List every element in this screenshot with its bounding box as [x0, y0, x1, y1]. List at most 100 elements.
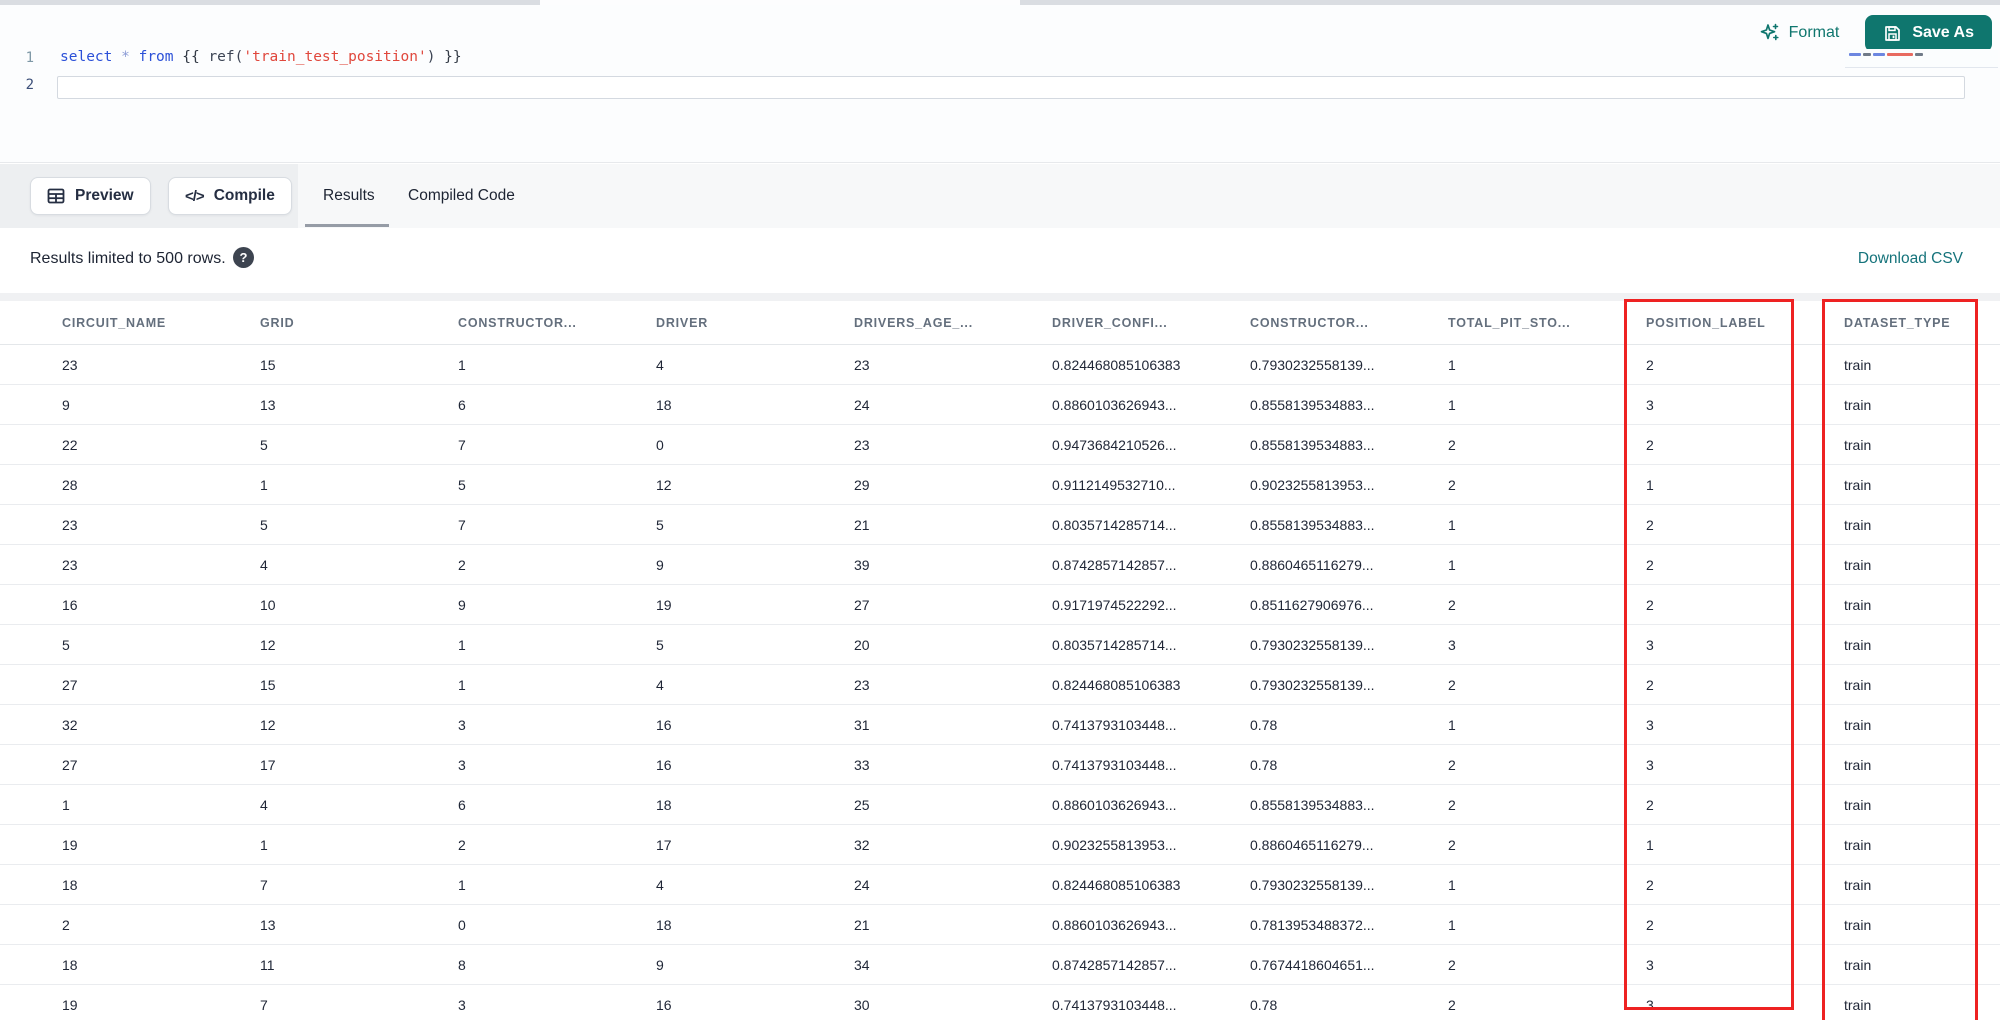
- table-cell: 0.7930232558139...: [1250, 636, 1375, 653]
- table-cell: 0.9112149532710...: [1052, 476, 1176, 493]
- table-cell: 23: [854, 356, 870, 373]
- editor-minimap[interactable]: [1845, 49, 1998, 68]
- table-cell: 3: [1646, 716, 1654, 733]
- table-cell: 4: [656, 356, 664, 373]
- table-cell: 16: [656, 996, 672, 1013]
- table-cell: 2: [1646, 556, 1654, 573]
- table-cell: 1: [1448, 916, 1456, 933]
- table-row: 27 15 1 4 23 0.824468085106383 0.7930232558139…: [0, 665, 2000, 705]
- table-cell: 27: [62, 756, 78, 773]
- table-cell: 0.9473684210526...: [1052, 436, 1177, 453]
- table-cell: 19: [62, 996, 78, 1013]
- table-cell: 19: [656, 596, 672, 613]
- table-cell: 0.9171974522292...: [1052, 596, 1177, 613]
- table-cell: 0.8511627906976...: [1250, 596, 1374, 613]
- table-cell: 16: [656, 716, 672, 733]
- tab-compiled-code[interactable]: Compiled Code: [408, 164, 515, 228]
- table-cell: train: [1844, 716, 1872, 733]
- table-cell: 3: [458, 996, 466, 1013]
- column-header: GRID: [260, 315, 295, 330]
- table-cell: 22: [62, 436, 78, 453]
- table-cell: 23: [62, 556, 78, 573]
- table-row: 23 15 1 4 23 0.824468085106383 0.7930232558139…: [0, 345, 2000, 385]
- table-cell: 0.824468085106383: [1052, 356, 1181, 373]
- table-cell: 0.78: [1250, 996, 1278, 1013]
- column-header: DRIVER_CONFI...: [1052, 315, 1168, 330]
- table-cell: 12: [656, 476, 672, 493]
- results-table: CIRCUIT_NAME GRID CONSTRUCTOR... DRIVER DRIV…: [0, 301, 2000, 1020]
- table-cell: train: [1844, 836, 1872, 853]
- table-cell: train: [1844, 756, 1872, 773]
- table-cell: 2: [1646, 876, 1654, 893]
- table-cell: 2: [1448, 596, 1456, 613]
- table-cell: 3: [1646, 996, 1654, 1013]
- table-cell: 16: [62, 596, 78, 613]
- table-cell: 3: [1646, 956, 1654, 973]
- table-cell: 1: [62, 796, 70, 813]
- table-cell: 2: [1646, 596, 1654, 613]
- table-cell: 0.7930232558139...: [1250, 676, 1375, 693]
- table-cell: 0.9023255813953...: [1052, 836, 1177, 853]
- preview-button[interactable]: Preview: [30, 177, 151, 215]
- table-cell: 23: [854, 436, 870, 453]
- table-cell: train: [1844, 876, 1872, 893]
- sparkles-icon: [1760, 23, 1780, 43]
- table-cell: 18: [656, 396, 672, 413]
- table-cell: train: [1844, 356, 1872, 373]
- sql-editor[interactable]: Format Save As 1 2 select * from {{ ref(…: [0, 5, 2000, 163]
- table-cell: 0.8558139534883...: [1250, 436, 1375, 453]
- table-cell: train: [1844, 556, 1872, 573]
- table-cell: 2: [1646, 516, 1654, 533]
- format-button[interactable]: Format: [1760, 23, 1839, 43]
- table-cell: 3: [458, 716, 466, 733]
- table-cell: train: [1844, 796, 1872, 813]
- table-cell: 7: [458, 516, 466, 533]
- line-number-2: 2: [25, 77, 34, 93]
- table-cell: 3: [1646, 756, 1654, 773]
- table-cell: 3: [1646, 636, 1654, 653]
- table-cell: train: [1844, 596, 1872, 613]
- table-cell: 24: [854, 396, 870, 413]
- table-cell: 1: [1448, 556, 1456, 573]
- table-cell: 27: [62, 676, 78, 693]
- table-cell: 9: [458, 596, 466, 613]
- table-cell: train: [1844, 636, 1872, 653]
- table-cell: 2: [1448, 676, 1456, 693]
- table-cell: 18: [62, 876, 78, 893]
- table-cell: 39: [854, 556, 870, 573]
- table-cell: 11: [260, 956, 275, 973]
- tab-results[interactable]: Results: [323, 164, 375, 228]
- table-cell: 0.824468085106383: [1052, 876, 1181, 893]
- table-cell: 1: [458, 636, 466, 653]
- table-cell: 0.8558139534883...: [1250, 796, 1375, 813]
- save-as-button[interactable]: Save As: [1865, 14, 1992, 52]
- download-csv-link[interactable]: Download CSV: [1858, 250, 1963, 268]
- table-cell: 21: [854, 516, 870, 533]
- table-cell: 7: [260, 876, 268, 893]
- table-cell: 24: [854, 876, 870, 893]
- table-cell: 2: [458, 836, 466, 853]
- table-cell: train: [1844, 916, 1872, 933]
- table-cell: 27: [854, 596, 870, 613]
- table-cell: 0.7413793103448...: [1052, 716, 1177, 733]
- table-cell: 1: [458, 876, 466, 893]
- table-cell: 30: [854, 996, 870, 1013]
- table-cell: 1: [1448, 716, 1456, 733]
- help-icon[interactable]: ?: [233, 247, 254, 268]
- table-cell: 29: [854, 476, 870, 493]
- table-cell: 0.78: [1250, 756, 1278, 773]
- table-cell: 1: [458, 356, 466, 373]
- table-cell: 4: [656, 876, 664, 893]
- table-cell: 0.7413793103448...: [1052, 996, 1177, 1013]
- table-top-band: [0, 293, 2000, 301]
- active-line-highlight[interactable]: [57, 76, 1965, 99]
- table-cell: train: [1844, 996, 1872, 1013]
- table-row: 18 11 8 9 34 0.8742857142857... 0.767441860465…: [0, 945, 2000, 985]
- table-cell: 0.7930232558139...: [1250, 356, 1375, 373]
- table-cell: 32: [62, 716, 78, 733]
- table-cell: 3: [458, 756, 466, 773]
- compile-button[interactable]: </> Compile: [168, 177, 292, 215]
- table-cell: 8: [458, 956, 466, 973]
- code-line-1[interactable]: select * from {{ ref('train_test_positio…: [60, 49, 462, 65]
- table-header-row: CIRCUIT_NAME GRID CONSTRUCTOR... DRIVER DRIV…: [0, 301, 2000, 345]
